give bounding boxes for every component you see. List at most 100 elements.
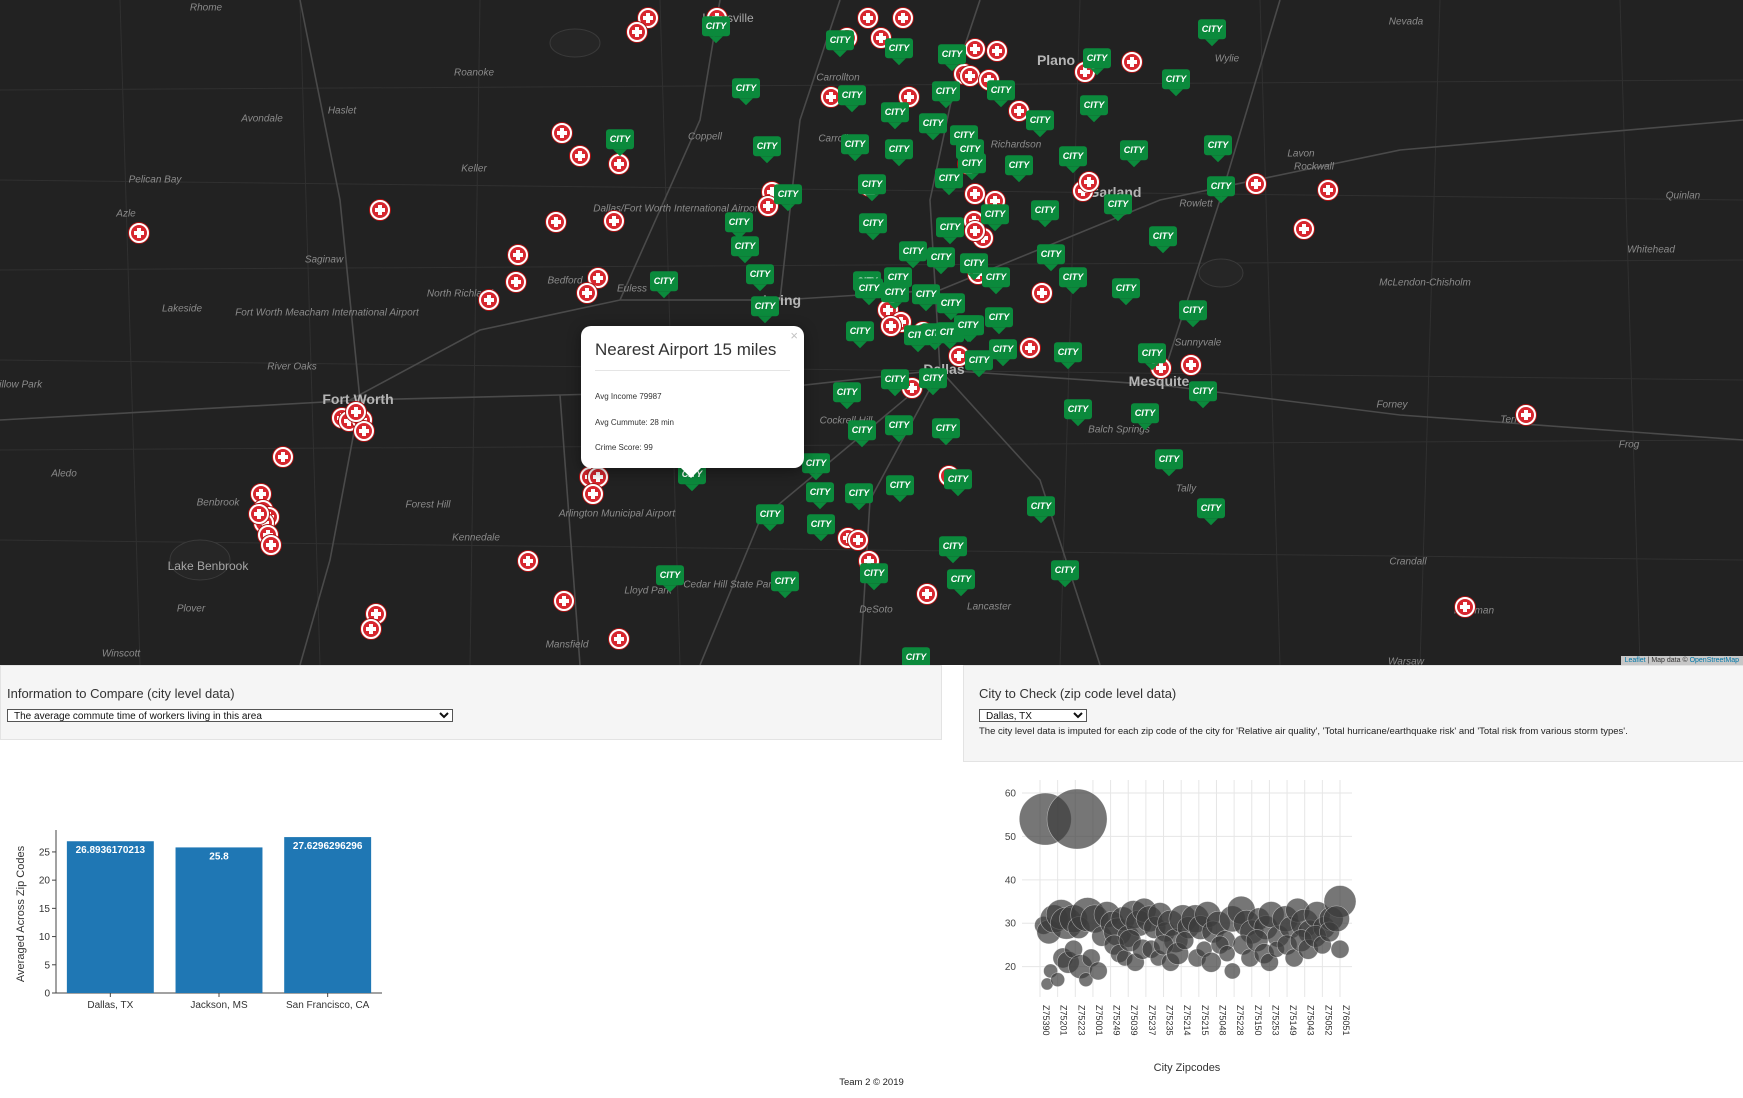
city-marker-icon[interactable]: CITY	[848, 420, 876, 448]
city-marker-icon[interactable]: CITY	[858, 174, 886, 202]
city-marker-icon[interactable]: CITY	[1207, 176, 1235, 204]
city-marker-icon[interactable]: CITY	[1027, 496, 1055, 524]
city-marker-icon[interactable]: CITY	[982, 267, 1010, 295]
city-marker-icon[interactable]: CITY	[936, 217, 964, 245]
leaflet-link[interactable]: Leaflet	[1625, 657, 1646, 664]
hospital-marker-icon[interactable]	[1122, 52, 1142, 72]
city-marker-icon[interactable]: CITY	[838, 85, 866, 113]
hospital-marker-icon[interactable]	[1181, 355, 1201, 375]
hospital-marker-icon[interactable]	[1032, 283, 1052, 303]
hospital-marker-icon[interactable]	[848, 530, 868, 550]
city-marker-icon[interactable]: CITY	[1059, 267, 1087, 295]
hospital-marker-icon[interactable]	[609, 629, 629, 649]
city-marker-icon[interactable]: CITY	[985, 307, 1013, 335]
city-marker-icon[interactable]: CITY	[1054, 342, 1082, 370]
city-marker-icon[interactable]: CITY	[919, 113, 947, 141]
hospital-marker-icon[interactable]	[1455, 597, 1475, 617]
city-marker-icon[interactable]: CITY	[1149, 226, 1177, 254]
city-marker-icon[interactable]: CITY	[1155, 449, 1183, 477]
hospital-marker-icon[interactable]	[546, 212, 566, 232]
city-marker-icon[interactable]: CITY	[1120, 140, 1148, 168]
city-marker-icon[interactable]: CITY	[802, 453, 830, 481]
city-marker-icon[interactable]: CITY	[826, 30, 854, 58]
city-marker-icon[interactable]: CITY	[1005, 155, 1033, 183]
city-marker-icon[interactable]: CITY	[650, 271, 678, 299]
hospital-marker-icon[interactable]	[583, 484, 603, 504]
hospital-marker-icon[interactable]	[577, 283, 597, 303]
city-marker-icon[interactable]: CITY	[885, 415, 913, 443]
hospital-marker-icon[interactable]	[917, 584, 937, 604]
city-marker-icon[interactable]: CITY	[1026, 110, 1054, 138]
city-marker-icon[interactable]: CITY	[860, 563, 888, 591]
city-marker-icon[interactable]: CITY	[746, 264, 774, 292]
city-marker-icon[interactable]: CITY	[731, 236, 759, 264]
city-marker-icon[interactable]: CITY	[958, 153, 986, 181]
city-marker-icon[interactable]: CITY	[981, 204, 1009, 232]
city-marker-icon[interactable]: CITY	[886, 475, 914, 503]
hospital-marker-icon[interactable]	[893, 8, 913, 28]
city-marker-icon[interactable]: CITY	[656, 565, 684, 593]
hospital-marker-icon[interactable]	[1020, 338, 1040, 358]
hospital-marker-icon[interactable]	[965, 39, 985, 59]
city-marker-icon[interactable]: CITY	[1197, 498, 1225, 526]
hospital-marker-icon[interactable]	[570, 146, 590, 166]
city-marker-icon[interactable]: CITY	[947, 569, 975, 597]
hospital-marker-icon[interactable]	[249, 504, 269, 524]
hospital-marker-icon[interactable]	[554, 591, 574, 611]
popup-close-button[interactable]: ×	[790, 328, 798, 343]
hospital-marker-icon[interactable]	[479, 290, 499, 310]
hospital-marker-icon[interactable]	[506, 272, 526, 292]
city-marker-icon[interactable]: CITY	[939, 536, 967, 564]
openstreetmap-link[interactable]: OpenStreetMap	[1690, 657, 1739, 664]
hospital-marker-icon[interactable]	[627, 22, 647, 42]
city-marker-icon[interactable]: CITY	[944, 469, 972, 497]
city-marker-icon[interactable]: CITY	[1083, 48, 1111, 76]
city-marker-icon[interactable]: CITY	[807, 514, 835, 542]
city-marker-icon[interactable]: CITY	[902, 647, 930, 665]
hospital-marker-icon[interactable]	[987, 41, 1007, 61]
city-marker-icon[interactable]: CITY	[1179, 300, 1207, 328]
city-marker-icon[interactable]: CITY	[845, 483, 873, 511]
city-marker-icon[interactable]: CITY	[987, 80, 1015, 108]
city-marker-icon[interactable]: CITY	[841, 134, 869, 162]
hospital-marker-icon[interactable]	[965, 184, 985, 204]
city-marker-icon[interactable]: CITY	[1198, 19, 1226, 47]
city-marker-icon[interactable]: CITY	[885, 38, 913, 66]
hospital-marker-icon[interactable]	[1246, 174, 1266, 194]
city-marker-icon[interactable]: CITY	[859, 213, 887, 241]
city-marker-icon[interactable]: CITY	[1104, 194, 1132, 222]
hospital-marker-icon[interactable]	[604, 211, 624, 231]
city-marker-icon[interactable]: CITY	[919, 368, 947, 396]
hospital-marker-icon[interactable]	[354, 421, 374, 441]
city-marker-icon[interactable]: CITY	[989, 339, 1017, 367]
city-marker-icon[interactable]: CITY	[846, 321, 874, 349]
city-marker-icon[interactable]: CITY	[702, 16, 730, 44]
hospital-marker-icon[interactable]	[370, 200, 390, 220]
hospital-marker-icon[interactable]	[508, 245, 528, 265]
city-marker-icon[interactable]: CITY	[932, 81, 960, 109]
hospital-marker-icon[interactable]	[1318, 180, 1338, 200]
city-marker-icon[interactable]: CITY	[1112, 278, 1140, 306]
hospital-marker-icon[interactable]	[858, 8, 878, 28]
city-marker-icon[interactable]: CITY	[927, 247, 955, 275]
city-marker-icon[interactable]: CITY	[806, 482, 834, 510]
hospital-marker-icon[interactable]	[552, 123, 572, 143]
city-marker-icon[interactable]: CITY	[725, 212, 753, 240]
city-marker-icon[interactable]: CITY	[1031, 200, 1059, 228]
city-marker-icon[interactable]: CITY	[899, 241, 927, 269]
hospital-marker-icon[interactable]	[1516, 405, 1536, 425]
city-marker-icon[interactable]: CITY	[881, 369, 909, 397]
city-marker-icon[interactable]: CITY	[756, 504, 784, 532]
compare-metric-select[interactable]: The average commute time of workers livi…	[7, 709, 453, 722]
city-marker-icon[interactable]: CITY	[1064, 399, 1092, 427]
hospital-marker-icon[interactable]	[129, 223, 149, 243]
city-marker-icon[interactable]: CITY	[1131, 403, 1159, 431]
hospital-marker-icon[interactable]	[361, 619, 381, 639]
city-marker-icon[interactable]: CITY	[1051, 560, 1079, 588]
city-marker-icon[interactable]: CITY	[938, 44, 966, 72]
hospital-marker-icon[interactable]	[1294, 219, 1314, 239]
city-marker-icon[interactable]: CITY	[732, 78, 760, 106]
city-marker-icon[interactable]: CITY	[1162, 69, 1190, 97]
city-marker-icon[interactable]: CITY	[771, 571, 799, 599]
city-marker-icon[interactable]: CITY	[751, 296, 779, 324]
